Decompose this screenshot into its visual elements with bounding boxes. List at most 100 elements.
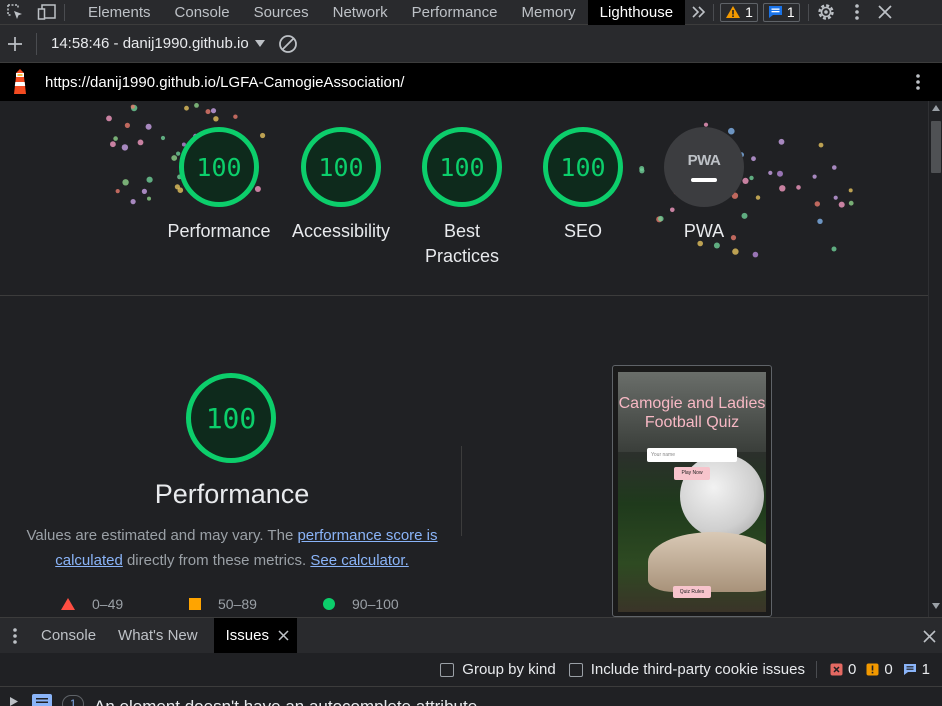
- confetti-dot: [814, 201, 820, 207]
- separator: [36, 32, 37, 55]
- screenshot-play-button: Play Now: [674, 467, 710, 480]
- warning-icon: [866, 663, 879, 676]
- confetti-dot: [137, 139, 144, 146]
- lighthouse-report: 100 Performance 100 Accessibility 100 Be…: [0, 101, 928, 617]
- expand-arrow-icon[interactable]: [10, 697, 18, 706]
- gauge-label-performance[interactable]: Performance: [154, 219, 284, 244]
- report-select[interactable]: 14:58:46 - danij1990.github.io: [51, 35, 265, 52]
- lighthouse-toolbar: 14:58:46 - danij1990.github.io: [0, 25, 942, 63]
- gauge-label-accessibility[interactable]: Accessibility: [276, 219, 406, 244]
- customize-menu-icon[interactable]: [843, 0, 871, 25]
- tab-lighthouse[interactable]: Lighthouse: [587, 0, 686, 25]
- drawer-tab-whats-new[interactable]: What's New: [107, 618, 209, 654]
- device-toolbar-icon[interactable]: [30, 0, 64, 25]
- group-by-kind-checkbox[interactable]: Group by kind: [440, 661, 556, 678]
- confetti-dot: [130, 199, 136, 205]
- issue-counters[interactable]: 0 0 1: [830, 661, 930, 678]
- see-calculator-link[interactable]: See calculator.: [310, 552, 408, 569]
- clear-reports-icon[interactable]: [273, 25, 303, 63]
- warnings-badge[interactable]: 1: [720, 2, 758, 22]
- gauge-label-seo[interactable]: SEO: [518, 219, 648, 244]
- description-text: directly from these metrics.: [122, 552, 311, 569]
- confetti-dot: [742, 177, 749, 184]
- confetti-dot: [147, 196, 151, 201]
- report-menu-icon[interactable]: [906, 63, 930, 101]
- issues-toolbar: Group by kind Include third-party cookie…: [0, 653, 942, 687]
- third-party-cookie-checkbox[interactable]: Include third-party cookie issues: [568, 661, 805, 678]
- gauge-score: 100: [205, 401, 257, 435]
- tab-sources[interactable]: Sources: [242, 0, 321, 25]
- error-count: 0: [847, 661, 857, 678]
- confetti-dot: [122, 179, 129, 186]
- final-screenshot: Camogie and Ladies Football Quiz Your na…: [618, 372, 766, 612]
- checkbox-box[interactable]: [440, 662, 455, 677]
- scroll-down-arrow-icon[interactable]: [932, 603, 940, 609]
- confetti-dot: [177, 187, 184, 193]
- group-by-kind-label: Group by kind: [462, 661, 556, 678]
- confetti-dot: [141, 188, 147, 194]
- gauge-label-pwa[interactable]: PWA: [639, 219, 769, 244]
- accessibility-gauge[interactable]: 100: [301, 127, 381, 207]
- confetti-dot: [213, 116, 219, 122]
- drawer-menu-icon[interactable]: [0, 618, 30, 654]
- confetti-dot: [260, 132, 266, 139]
- scroll-up-arrow-icon[interactable]: [932, 105, 940, 111]
- checkbox-box[interactable]: [568, 662, 583, 677]
- gauge-label-best-practices[interactable]: Best Practices: [412, 219, 512, 269]
- issue-row[interactable]: 1 An element doesn't have an autocomplet…: [0, 687, 942, 706]
- confetti-dot: [210, 108, 217, 114]
- confetti-dot: [838, 201, 845, 208]
- close-tab-icon[interactable]: [278, 630, 289, 641]
- separator: [815, 661, 817, 678]
- best-practices-gauge[interactable]: 100: [422, 127, 502, 207]
- scrollbar-thumb[interactable]: [931, 121, 941, 173]
- drawer-tab-issues[interactable]: Issues: [213, 617, 297, 654]
- drawer-tab-console[interactable]: Console: [30, 618, 107, 654]
- issue-title: An element doesn't have an autocomplete …: [94, 697, 477, 706]
- dropdown-arrow-icon: [254, 39, 265, 47]
- tab-network[interactable]: Network: [321, 0, 400, 25]
- screenshot-rules-button: Quiz Rules: [673, 586, 711, 598]
- more-tabs-icon[interactable]: [685, 0, 713, 25]
- screenshot-title-line1: Camogie and Ladies: [618, 395, 766, 412]
- screenshot-title: Camogie and Ladies Football Quiz: [618, 394, 766, 432]
- performance-title: Performance: [154, 479, 310, 509]
- settings-gear-icon[interactable]: [809, 0, 843, 25]
- screenshot-title-line2: Football Quiz: [644, 414, 740, 431]
- separator: [713, 3, 715, 21]
- confetti-dot: [728, 127, 735, 135]
- seo-gauge[interactable]: 100: [543, 127, 623, 207]
- confetti-dot: [130, 104, 135, 109]
- divider: [0, 295, 928, 296]
- report-scrollbar[interactable]: [928, 101, 942, 617]
- tab-elements[interactable]: Elements: [76, 0, 163, 25]
- confetti-dot: [121, 144, 129, 151]
- performance-gauge[interactable]: 100: [179, 127, 259, 207]
- pwa-badge[interactable]: PWA: [664, 127, 744, 207]
- confetti-dot: [749, 175, 754, 181]
- inspect-element-icon[interactable]: [0, 0, 30, 25]
- final-screenshot-frame[interactable]: Camogie and Ladies Football Quiz Your na…: [612, 365, 772, 617]
- report-url[interactable]: https://danij1990.github.io/LGFA-Camogie…: [45, 74, 404, 91]
- messages-badge[interactable]: 1: [762, 2, 800, 22]
- message-icon: [768, 6, 782, 18]
- close-devtools-icon[interactable]: [871, 0, 899, 25]
- confetti-dot: [146, 176, 153, 183]
- confetti-dot: [732, 248, 739, 255]
- tab-memory[interactable]: Memory: [510, 0, 588, 25]
- confetti-dot: [832, 165, 837, 170]
- confetti-dot: [777, 170, 783, 177]
- screenshot-name-input: Your name: [647, 448, 737, 462]
- issue-count-badge: 1: [62, 695, 84, 706]
- tab-console[interactable]: Console: [163, 0, 242, 25]
- pwa-badge-text: PWA: [687, 152, 721, 169]
- confetti-dot: [670, 207, 675, 213]
- third-party-cookie-label: Include third-party cookie issues: [590, 661, 805, 678]
- confetti-dot: [751, 156, 756, 162]
- gauge-score: 100: [439, 152, 485, 182]
- confetti-dot: [110, 141, 116, 148]
- new-report-plus-icon[interactable]: [0, 25, 30, 63]
- tab-performance[interactable]: Performance: [400, 0, 510, 25]
- close-drawer-icon[interactable]: [916, 618, 942, 654]
- confetti-dot: [171, 155, 178, 161]
